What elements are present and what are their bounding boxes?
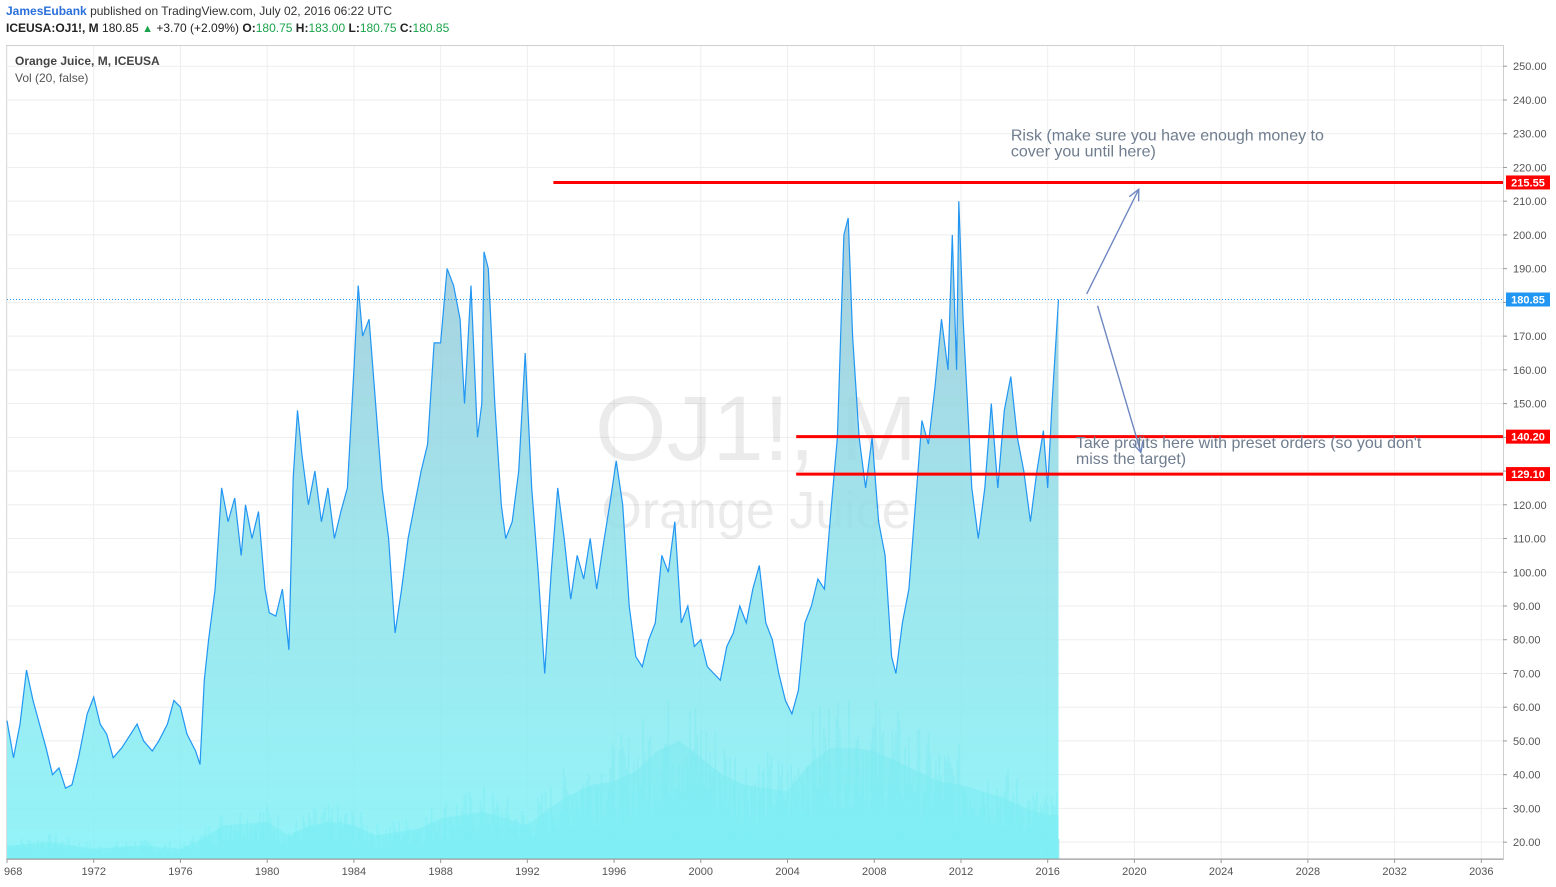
x-tick-label: 1984 — [342, 866, 366, 878]
open-value: 180.75 — [255, 21, 293, 35]
low-label: L: — [348, 21, 360, 35]
indicator-label: Vol (20, false) — [15, 71, 88, 85]
y-tick-label: 170.00 — [1513, 331, 1547, 343]
y-tick-label: 70.00 — [1513, 668, 1541, 680]
x-tick-label: 1992 — [515, 866, 539, 878]
risk-line-tag-text: 215.55 — [1511, 177, 1545, 189]
y-tick-label: 150.00 — [1513, 399, 1547, 411]
up-arrow-icon: ▲ — [142, 23, 153, 35]
y-tick-label: 110.00 — [1513, 534, 1546, 546]
x-tick-label: 2012 — [949, 866, 973, 878]
low-value: 180.75 — [359, 21, 397, 35]
price-chart[interactable]: OJ1!, M Orange Juice Risk (make sure you… — [0, 40, 1556, 887]
high-value: 183.00 — [308, 21, 346, 35]
x-tick-label: 2016 — [1035, 866, 1059, 878]
price-axis[interactable]: 20.00 30.00 40.00 50.00 60.00 70.00 80.00 90.00… — [1503, 61, 1550, 849]
author-link[interactable]: JamesEubank — [6, 4, 87, 18]
y-tick-label: 230.00 — [1513, 129, 1547, 141]
target-line-lower-tag-text: 129.10 — [1511, 469, 1545, 481]
time-axis[interactable]: 968 1972 1976 1980 1984 1988 1992 1996 2000 2004 2… — [4, 858, 1503, 878]
publish-text: published on TradingView.com, July 02, 2… — [90, 4, 393, 18]
close-label: C: — [399, 21, 413, 35]
y-tick-label: 20.00 — [1513, 837, 1541, 849]
y-tick-label: 90.00 — [1513, 601, 1541, 613]
open-label: O: — [242, 21, 256, 35]
x-tick-label: 2032 — [1382, 866, 1406, 878]
x-tick-label: 1972 — [81, 866, 105, 878]
x-tick-label: 1996 — [602, 866, 626, 878]
y-tick-label: 60.00 — [1513, 702, 1541, 714]
y-tick-label: 40.00 — [1513, 770, 1541, 782]
x-tick-label: 2004 — [775, 866, 799, 878]
x-tick-label: 2036 — [1469, 866, 1493, 878]
high-label: H: — [295, 21, 309, 35]
risk-note-line: Risk (make sure you have enough money to — [1011, 127, 1324, 144]
y-tick-label: 250.00 — [1513, 61, 1547, 73]
x-tick-label: 1980 — [255, 866, 279, 878]
profit-note-line: Take profits here with preset orders (so… — [1076, 435, 1422, 452]
y-tick-label: 30.00 — [1513, 803, 1541, 815]
publish-info: JamesEubank published on TradingView.com… — [6, 4, 392, 18]
price-change: +3.70 (+2.09%) — [156, 21, 240, 35]
symbol-label: ICEUSA:OJ1!, M — [6, 21, 99, 35]
close-value: 180.85 — [412, 21, 450, 35]
symbol-info: ICEUSA:OJ1!, M 180.85 ▲ +3.70 (+2.09%) O… — [6, 21, 449, 35]
y-tick-label: 80.00 — [1513, 635, 1541, 647]
x-tick-label: 2000 — [689, 866, 713, 878]
last-price: 180.85 — [102, 21, 139, 35]
x-tick-label: 2024 — [1209, 866, 1233, 878]
risk-note-line: cover you until here) — [1011, 143, 1156, 160]
y-tick-label: 240.00 — [1513, 95, 1547, 107]
y-tick-label: 160.00 — [1513, 365, 1547, 377]
y-tick-label: 220.00 — [1513, 162, 1547, 174]
last-price-tag-text: 180.85 — [1511, 295, 1545, 307]
y-tick-label: 190.00 — [1513, 264, 1547, 276]
chart-title: Orange Juice, M, ICEUSA — [15, 54, 160, 68]
x-tick-label: 1988 — [428, 866, 452, 878]
y-tick-label: 50.00 — [1513, 736, 1541, 748]
y-tick-label: 120.00 — [1513, 500, 1547, 512]
x-tick-label: 968 — [4, 866, 22, 878]
y-tick-label: 200.00 — [1513, 230, 1547, 242]
y-tick-label: 100.00 — [1513, 567, 1547, 579]
y-tick-label: 210.00 — [1513, 196, 1547, 208]
x-tick-label: 2020 — [1122, 866, 1146, 878]
profit-note-line: miss the target) — [1076, 451, 1186, 468]
x-tick-label: 1976 — [168, 866, 192, 878]
x-tick-label: 2008 — [862, 866, 886, 878]
x-tick-label: 2028 — [1296, 866, 1320, 878]
target-line-upper-tag-text: 140.20 — [1511, 432, 1545, 444]
